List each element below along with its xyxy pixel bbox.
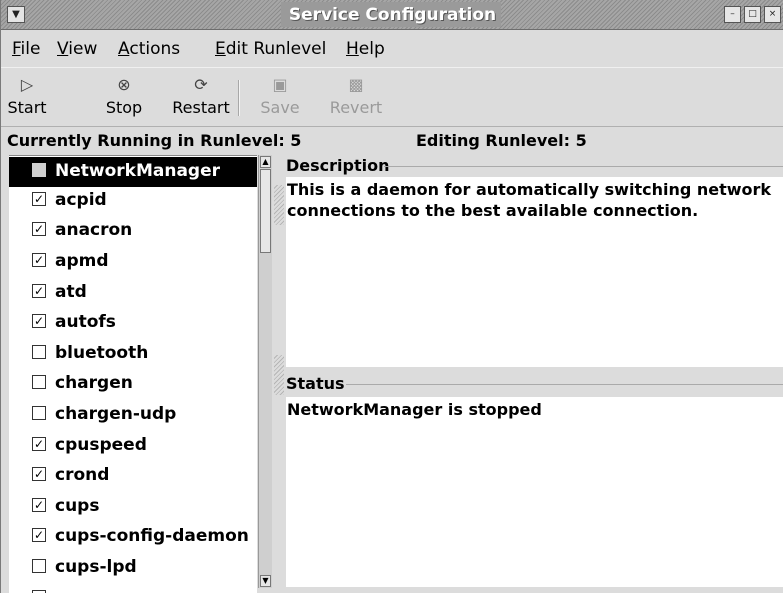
service-checkbox[interactable]	[32, 406, 46, 420]
save-icon: ▣	[272, 75, 288, 94]
service-checkbox[interactable]: ✓	[32, 498, 46, 512]
maximize-icon[interactable]: □	[744, 6, 761, 23]
status-text: NetworkManager is stopped	[286, 397, 783, 587]
menu-edit-runlevel[interactable]: Edit Runlevel	[215, 39, 326, 59]
service-row-anacron[interactable]: ✓ anacron	[9, 216, 257, 246]
service-checkbox[interactable]: ✓	[32, 314, 46, 328]
service-checkbox[interactable]	[32, 375, 46, 389]
window-title: Service Configuration	[288, 5, 497, 25]
revert-icon: ▩	[348, 75, 364, 94]
status-header: Status	[286, 374, 783, 394]
scrollbar-thumb[interactable]	[260, 169, 271, 253]
revert-button[interactable]: ▩ Revert	[326, 74, 386, 117]
toolbar-separator	[238, 80, 240, 116]
play-icon: ▷	[20, 75, 34, 94]
toolbar: ▷ Start ⊗ Stop ⟳ Restart ▣ Save ▩ Revert	[1, 67, 783, 127]
list-pane-grip[interactable]	[274, 185, 284, 225]
service-row-bluetooth[interactable]: bluetooth	[9, 339, 257, 369]
service-row-cups-config-daemon[interactable]: ✓ cups-config-daemon	[9, 522, 257, 552]
scroll-down-arrow-icon[interactable]: ▼	[260, 575, 271, 587]
close-icon[interactable]: ×	[764, 6, 781, 23]
service-row-chargen[interactable]: chargen	[9, 369, 257, 399]
service-row-partial	[9, 584, 257, 593]
service-checkbox[interactable]	[32, 345, 46, 359]
menu-help[interactable]: Help	[346, 39, 385, 59]
editing-runlevel-label: Editing Runlevel: 5	[416, 131, 587, 150]
service-row-apmd[interactable]: ✓ apmd	[9, 247, 257, 277]
current-runlevel-label: Currently Running in Runlevel: 5	[7, 131, 302, 150]
service-row-cpuspeed[interactable]: ✓ cpuspeed	[9, 431, 257, 461]
restart-button[interactable]: ⟳ Restart	[163, 74, 239, 117]
service-row-chargen-udp[interactable]: chargen-udp	[9, 400, 257, 430]
service-row-atd[interactable]: ✓ atd	[9, 278, 257, 308]
service-checkbox[interactable]: ✓	[32, 284, 46, 298]
service-list[interactable]: NetworkManager ✓ acpid ✓ anacron ✓ apmd …	[9, 155, 257, 593]
pane-split-grip[interactable]	[274, 355, 284, 395]
menu-file[interactable]: File	[12, 39, 40, 59]
stop-button[interactable]: ⊗ Stop	[99, 74, 149, 117]
service-configuration-window: ▼ Service Configuration – □ × File View …	[0, 0, 783, 593]
service-row-autofs[interactable]: ✓ autofs	[9, 308, 257, 338]
restart-icon: ⟳	[194, 75, 208, 94]
description-header: Description	[286, 156, 783, 176]
menu-bar: File View Actions Edit Runlevel Help	[1, 31, 783, 67]
service-checkbox[interactable]: ✓	[32, 528, 46, 542]
stop-icon: ⊗	[117, 75, 131, 94]
service-row-acpid[interactable]: ✓ acpid	[9, 186, 257, 216]
minimize-icon[interactable]: –	[724, 6, 741, 23]
service-checkbox[interactable]: ✓	[32, 222, 46, 236]
service-row-networkmanager[interactable]: NetworkManager	[9, 157, 257, 187]
description-text: This is a daemon for automatically switc…	[286, 177, 783, 367]
title-bar: ▼ Service Configuration – □ ×	[1, 0, 783, 30]
service-checkbox[interactable]	[32, 559, 46, 573]
menu-view[interactable]: View	[57, 39, 97, 59]
service-checkbox[interactable]: ✓	[32, 192, 46, 206]
service-checkbox[interactable]	[32, 163, 46, 177]
service-checkbox[interactable]: ✓	[32, 467, 46, 481]
service-row-cups[interactable]: ✓ cups	[9, 492, 257, 522]
service-checkbox[interactable]: ✓	[32, 437, 46, 451]
start-button[interactable]: ▷ Start	[3, 74, 51, 117]
service-row-cups-lpd[interactable]: cups-lpd	[9, 553, 257, 583]
runlevel-status-row: Currently Running in Runlevel: 5 Editing…	[1, 128, 783, 154]
service-row-crond[interactable]: ✓ crond	[9, 461, 257, 491]
scroll-up-arrow-icon[interactable]: ▲	[260, 156, 271, 168]
service-checkbox[interactable]: ✓	[32, 253, 46, 267]
service-list-scrollbar[interactable]: ▲ ▼	[258, 155, 272, 588]
save-button[interactable]: ▣ Save	[256, 74, 304, 117]
menu-actions[interactable]: Actions	[118, 39, 180, 59]
